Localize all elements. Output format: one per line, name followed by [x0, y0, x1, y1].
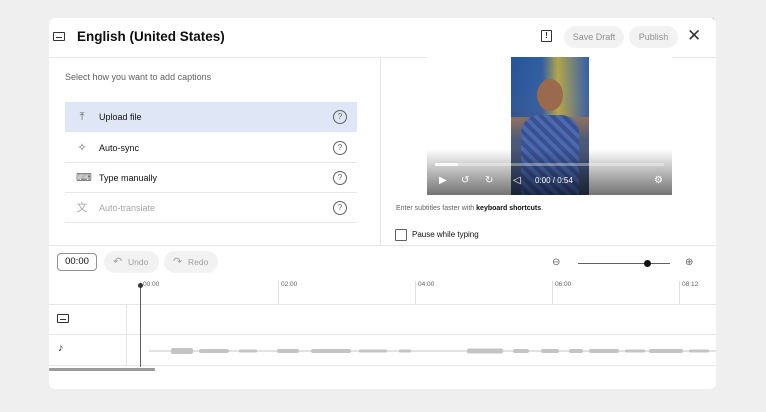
shortcut-hint-text: Enter subtitles faster with — [396, 205, 477, 212]
keyboard-shortcuts-link[interactable]: keyboard shortcuts — [476, 205, 541, 212]
undo-button[interactable]: ↶ Undo — [104, 251, 159, 273]
video-progress-bar[interactable] — [435, 163, 664, 166]
caption-method-panel: Select how you want to add captions ⤒ Up… — [49, 58, 381, 245]
sparkle-icon: ✧ — [77, 142, 87, 154]
option-type-manually[interactable]: ⌨ Type manually ? — [65, 163, 357, 193]
timeline-ruler: 00:00 02:00 04:00 06:00 08:12 — [49, 278, 716, 305]
undo-icon: ↶ — [113, 256, 123, 268]
close-icon[interactable]: ✕ — [687, 27, 701, 44]
shortcut-hint-suffix: . — [541, 205, 544, 212]
method-instruction: Select how you want to add captions — [65, 72, 212, 82]
timeline-toolbar: 00:00 ↶ Undo ↷ Redo ⊖ ⊕ — [49, 245, 716, 279]
option-label: Upload file — [99, 112, 142, 122]
option-auto-sync[interactable]: ✧ Auto-sync ? — [65, 133, 357, 163]
help-icon[interactable]: ? — [333, 110, 347, 124]
caption-track-label — [49, 304, 127, 334]
help-icon[interactable]: ? — [333, 201, 347, 215]
timeline-scrollbar[interactable] — [49, 368, 155, 371]
option-label: Auto-sync — [99, 143, 140, 153]
zoom-out-icon[interactable]: ⊖ — [552, 257, 560, 268]
pause-while-typing-label: Pause while typing — [412, 230, 479, 239]
subtitles-icon — [57, 314, 69, 323]
video-person-head — [537, 79, 563, 111]
ruler-tick: 02:00 — [278, 281, 297, 304]
dialog-title: English (United States) — [77, 29, 225, 44]
subtitles-icon — [53, 32, 65, 41]
save-draft-button[interactable]: Save Draft — [564, 26, 624, 48]
zoom-in-icon[interactable]: ⊕ — [685, 257, 693, 268]
video-preview[interactable]: ▶ ↺ ↻ ◁ 0:00 / 0:54 ⚙ — [427, 57, 672, 195]
ruler-tick: 04:00 — [415, 281, 434, 304]
zoom-slider[interactable] — [578, 260, 670, 267]
caption-track[interactable] — [49, 304, 716, 335]
option-auto-translate: 文 Auto-translate ? — [65, 193, 357, 223]
video-controls — [427, 149, 672, 195]
publish-button[interactable]: Publish — [629, 26, 678, 48]
upload-icon: ⤒ — [79, 111, 85, 123]
undo-label: Undo — [128, 257, 149, 267]
playhead-handle[interactable] — [138, 283, 143, 288]
settings-gear-icon[interactable]: ⚙ — [654, 175, 663, 187]
video-progress-fill — [435, 163, 458, 166]
audio-track[interactable]: ♪ — [49, 335, 716, 366]
shortcut-hint: Enter subtitles faster with keyboard sho… — [396, 205, 543, 212]
option-upload-file[interactable]: ⤒ Upload file ? — [65, 102, 357, 132]
option-label: Auto-translate — [99, 203, 156, 213]
option-label: Type manually — [99, 173, 158, 183]
audio-track-label: ♪ — [49, 335, 127, 365]
help-icon[interactable]: ? — [333, 141, 347, 155]
timecode-field[interactable]: 00:00 — [57, 253, 97, 271]
redo-button[interactable]: ↷ Redo — [164, 251, 218, 273]
play-icon[interactable]: ▶ — [439, 175, 447, 187]
captions-dialog: English (United States) ! Save Draft Pub… — [49, 18, 716, 389]
help-icon[interactable]: ? — [333, 171, 347, 185]
timeline-playhead[interactable] — [140, 284, 141, 367]
audio-waveform — [149, 348, 716, 354]
ruler-tick: 08:12 — [679, 281, 698, 304]
translate-icon: 文 — [76, 202, 88, 214]
pause-while-typing-checkbox[interactable] — [395, 229, 407, 241]
video-time: 0:00 / 0:54 — [535, 176, 573, 185]
zoom-slider-thumb[interactable] — [644, 260, 651, 267]
volume-icon[interactable]: ◁ — [513, 175, 521, 187]
dialog-header: English (United States) ! Save Draft Pub… — [49, 18, 716, 58]
redo-label: Redo — [188, 257, 209, 267]
keyboard-icon: ⌨ — [76, 172, 92, 184]
rewind-10-icon[interactable]: ↺ — [461, 175, 469, 187]
feedback-icon[interactable]: ! — [541, 30, 552, 42]
redo-icon: ↷ — [173, 256, 183, 268]
music-note-icon: ♪ — [58, 342, 64, 354]
ruler-tick: 06:00 — [552, 281, 571, 304]
forward-10-icon[interactable]: ↻ — [485, 175, 493, 187]
